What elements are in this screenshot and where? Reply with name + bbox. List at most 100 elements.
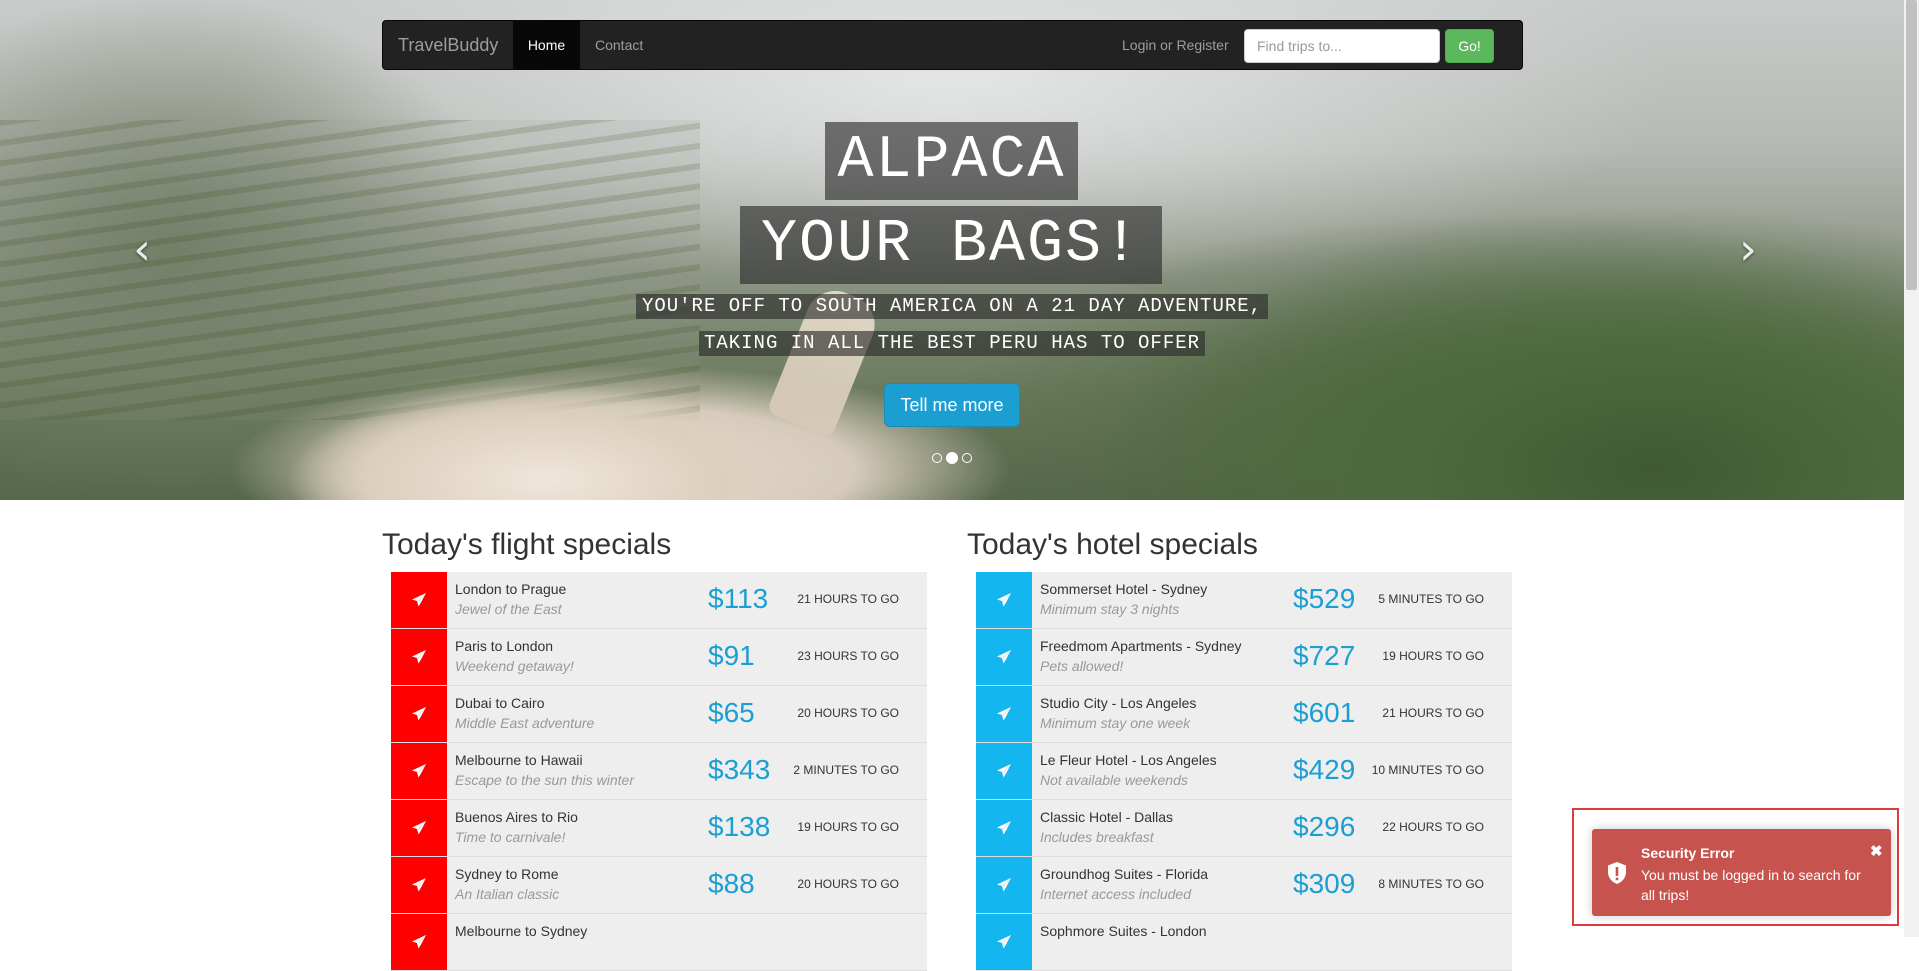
special-row[interactable]: Sydney to Rome An Italian classic $88 20 HO… [391,857,927,914]
nav-contact-link[interactable]: Contact [595,21,643,69]
tell-me-more-button[interactable]: Tell me more [884,383,1020,427]
special-time-remaining: 20 HOURS TO GO [797,706,899,720]
page-scrollbar-thumb[interactable] [1906,0,1917,290]
trip-search-input[interactable] [1244,29,1440,63]
hero-headline-line-2: YOUR BAGS! [740,206,1162,284]
special-icon-box [391,800,447,856]
carousel-indicators [932,452,972,465]
special-icon-box [391,857,447,913]
special-row[interactable]: Dubai to Cairo Middle East adventure $65 20… [391,686,927,743]
carousel-prev-button[interactable]: ‹ [122,228,162,272]
special-title[interactable]: Freedmom Apartments - Sydney [1040,638,1242,654]
special-description: Includes breakfast [1040,829,1154,845]
paper-plane-icon [411,649,427,665]
carousel-indicator[interactable] [962,453,972,463]
special-time-remaining: 22 HOURS TO GO [1382,820,1484,834]
login-register-link[interactable]: Login or Register [1122,21,1229,69]
hotel-specials-heading: Today's hotel specials [967,528,1258,561]
special-description: Jewel of the East [455,601,562,617]
hotel-specials-list: Sommerset Hotel - Sydney Minimum stay 3 n… [976,572,1512,971]
special-icon-box [976,800,1032,856]
special-icon-box [976,857,1032,913]
special-icon-box [391,743,447,799]
flight-specials-list: London to Prague Jewel of the East $113 21 … [391,572,927,971]
paper-plane-icon [996,934,1012,950]
special-price: $65 [708,697,755,728]
carousel-indicator-active[interactable] [946,452,958,464]
special-time-remaining: 8 MINUTES TO GO [1378,877,1484,891]
special-row[interactable]: Studio City - Los Angeles Minimum stay on… [976,686,1512,743]
special-title[interactable]: Buenos Aires to Rio [455,809,578,825]
special-row[interactable]: Le Fleur Hotel - Los Angeles Not availabl… [976,743,1512,800]
hero-subtitle-line-1: YOU'RE OFF TO SOUTH AMERICA ON A 21 DAY … [636,294,1268,319]
special-title[interactable]: Sydney to Rome [455,866,559,882]
paper-plane-icon [411,763,427,779]
special-title[interactable]: Groundhog Suites - Florida [1040,866,1208,882]
nav-home-link[interactable]: Home [513,21,580,69]
special-time-remaining: 5 MINUTES TO GO [1378,592,1484,606]
special-description: Minimum stay one week [1040,715,1191,731]
special-price: $113 [708,583,769,614]
special-description: Minimum stay 3 nights [1040,601,1180,617]
brand-logo[interactable]: TravelBuddy [398,21,498,69]
special-price: $88 [708,868,755,899]
special-title[interactable]: Paris to London [455,638,553,654]
special-row[interactable]: Groundhog Suites - Florida Internet acces… [976,857,1512,914]
special-price: $138 [708,811,771,842]
carousel-indicator[interactable] [932,453,942,463]
special-icon-box [391,914,447,970]
top-navbar: TravelBuddy Home Contact Login or Regist… [382,20,1523,70]
carousel-next-button[interactable]: › [1728,228,1768,272]
security-error-toast[interactable]: Security Error You must be logged in to … [1592,829,1891,916]
special-row[interactable]: Melbourne to Hawaii Escape to the sun thi… [391,743,927,800]
special-time-remaining: 23 HOURS TO GO [797,649,899,663]
special-description: Not available weekends [1040,772,1188,788]
paper-plane-icon [411,934,427,950]
special-title[interactable]: Studio City - Los Angeles [1040,695,1196,711]
special-row[interactable]: London to Prague Jewel of the East $113 21 … [391,572,927,629]
special-row[interactable]: Sommerset Hotel - Sydney Minimum stay 3 n… [976,572,1512,629]
special-icon-box [976,629,1032,685]
special-icon-box [976,743,1032,799]
paper-plane-icon [411,877,427,893]
special-icon-box [976,572,1032,628]
special-time-remaining: 21 HOURS TO GO [797,592,899,606]
hero-carousel: ‹ › ALPACA YOUR BAGS! YOU'RE OFF TO SOUT… [0,0,1904,500]
special-row[interactable]: Sophmore Suites - London [976,914,1512,971]
paper-plane-icon [996,649,1012,665]
toast-close-button[interactable]: ✖ [1870,842,1883,860]
special-row[interactable]: Buenos Aires to Rio Time to carnivale! $13… [391,800,927,857]
special-time-remaining: 10 MINUTES TO GO [1371,763,1484,777]
special-time-remaining: 19 HOURS TO GO [797,820,899,834]
special-time-remaining: 21 HOURS TO GO [1382,706,1484,720]
paper-plane-icon [996,820,1012,836]
special-description: Middle East adventure [455,715,595,731]
paper-plane-icon [996,706,1012,722]
special-icon-box [391,572,447,628]
special-row[interactable]: Classic Hotel - Dallas Includes breakfast… [976,800,1512,857]
special-title[interactable]: Dubai to Cairo [455,695,545,711]
special-price: $429 [1293,754,1356,785]
special-title[interactable]: London to Prague [455,581,566,597]
special-title[interactable]: Sommerset Hotel - Sydney [1040,581,1207,597]
special-price: $91 [708,640,755,671]
special-description: Escape to the sun this winter [455,772,634,788]
special-description: Weekend getaway! [455,658,574,674]
special-icon-box [976,914,1032,970]
search-go-button[interactable]: Go! [1445,29,1494,63]
special-price: $296 [1293,811,1356,842]
toast-title: Security Error [1641,845,1735,861]
special-title[interactable]: Melbourne to Hawaii [455,752,583,768]
paper-plane-icon [411,592,427,608]
special-row[interactable]: Melbourne to Sydney [391,914,927,971]
paper-plane-icon [996,763,1012,779]
chevron-left-icon: ‹ [133,224,151,275]
special-title[interactable]: Le Fleur Hotel - Los Angeles [1040,752,1217,768]
special-row[interactable]: Paris to London Weekend getaway! $91 23 HOU… [391,629,927,686]
special-row[interactable]: Freedmom Apartments - Sydney Pets allowed… [976,629,1512,686]
toast-message: You must be logged in to search for all … [1641,867,1861,903]
special-description: Time to carnivale! [455,829,566,845]
flight-specials-heading: Today's flight specials [382,528,672,561]
special-title[interactable]: Classic Hotel - Dallas [1040,809,1173,825]
special-description: Internet access included [1040,886,1191,902]
